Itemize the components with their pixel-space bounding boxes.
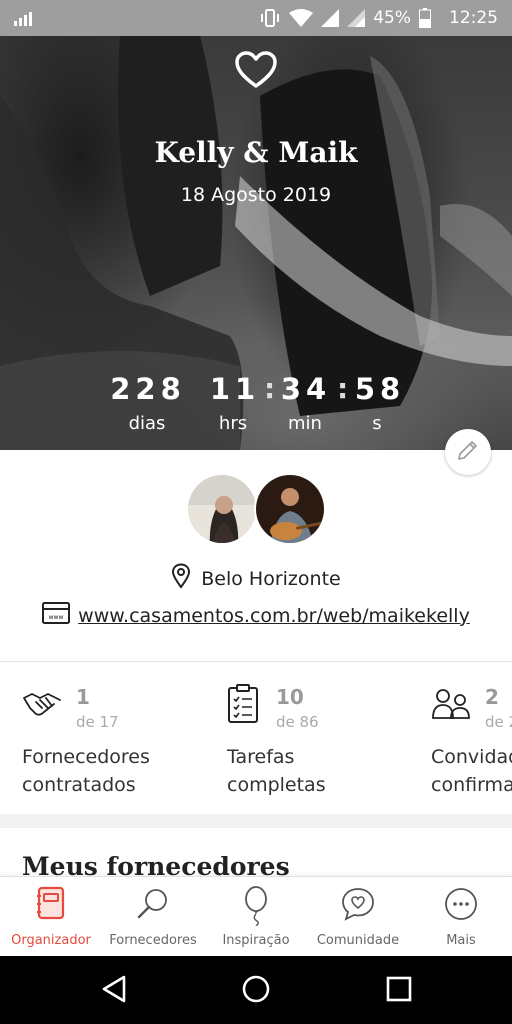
stat-vendors-value: 1 bbox=[76, 685, 90, 709]
countdown-minutes-label: min bbox=[288, 413, 322, 434]
wedding-date: 18 Agosto 2019 bbox=[180, 184, 332, 206]
countdown-hours-label: hrs bbox=[218, 413, 248, 434]
avatar-groom[interactable] bbox=[254, 473, 326, 545]
stat-vendors-label: Fornecedores contratados bbox=[22, 746, 150, 796]
location-text: Belo Horizonte bbox=[201, 567, 341, 590]
section-separator bbox=[0, 814, 512, 828]
chat-heart-icon bbox=[340, 886, 376, 926]
countdown-seconds-label: s bbox=[372, 413, 382, 434]
stat-guests-label: Convidados confirmados bbox=[431, 746, 512, 796]
countdown-days-label: dias bbox=[128, 413, 166, 434]
countdown: 228 dias 11 hrs : 34 min : 58 s bbox=[0, 372, 512, 442]
stat-vendors-total: de 17 bbox=[76, 713, 119, 731]
bottom-nav: Organizador Fornecedores Inspiração Comu… bbox=[0, 876, 512, 956]
battery-icon bbox=[419, 8, 431, 28]
guests-icon bbox=[431, 688, 473, 724]
hero-banner: Kelly & Maik 18 Agosto 2019 228 dias 11 … bbox=[0, 36, 512, 450]
clock: 12:25 bbox=[449, 8, 498, 28]
browser-icon: www bbox=[42, 602, 71, 629]
nav-comunidade[interactable]: Comunidade bbox=[307, 877, 409, 957]
avatar-bride[interactable] bbox=[186, 473, 258, 545]
nav-mais-label: Mais bbox=[446, 933, 476, 948]
wifi-icon bbox=[289, 9, 314, 27]
back-icon[interactable] bbox=[100, 974, 128, 1008]
website-url[interactable]: www.casamentos.com.br/web/maikekelly bbox=[78, 605, 470, 627]
stat-tasks-total: de 86 bbox=[276, 713, 319, 731]
svg-text:www: www bbox=[49, 614, 64, 621]
system-nav-bar bbox=[0, 956, 512, 1024]
home-icon[interactable] bbox=[241, 974, 271, 1008]
handshake-icon bbox=[22, 688, 62, 722]
couple-names: Kelly & Maik bbox=[154, 136, 358, 169]
nav-inspiracao[interactable]: Inspiração bbox=[205, 877, 307, 957]
stat-tasks-value: 10 bbox=[276, 685, 304, 709]
checklist-icon bbox=[227, 684, 259, 728]
search-icon bbox=[135, 886, 171, 926]
planner-icon bbox=[35, 886, 67, 924]
location: Belo Horizonte bbox=[0, 563, 512, 594]
stat-guests-total: de 2 bbox=[485, 713, 512, 731]
recents-icon[interactable] bbox=[385, 974, 413, 1008]
heart-icon bbox=[234, 50, 278, 94]
stat-vendors[interactable]: 1 de 17 Fornecedores contratados bbox=[22, 662, 227, 814]
more-icon bbox=[443, 886, 479, 926]
nav-organizador[interactable]: Organizador bbox=[0, 877, 102, 957]
stats-row: 1 de 17 Fornecedores contratados 10 de 8… bbox=[0, 662, 512, 814]
location-pin-icon bbox=[171, 563, 191, 594]
countdown-hours: 11 bbox=[209, 372, 261, 406]
countdown-minutes: 34 bbox=[280, 372, 332, 406]
status-bar: 45% 12:25 bbox=[0, 0, 512, 36]
countdown-seconds: 58 bbox=[354, 372, 406, 406]
vibrate-icon bbox=[259, 8, 281, 28]
nav-mais[interactable]: Mais bbox=[410, 877, 512, 957]
cell-signal-icon bbox=[321, 9, 340, 27]
nav-fornecedores-label: Fornecedores bbox=[109, 933, 197, 948]
countdown-separator: : bbox=[264, 372, 276, 405]
nav-inspiracao-label: Inspiração bbox=[222, 933, 290, 948]
nav-fornecedores[interactable]: Fornecedores bbox=[102, 877, 204, 957]
countdown-separator: : bbox=[337, 372, 349, 405]
stat-guests-value: 2 bbox=[485, 685, 499, 709]
signal-small-icon bbox=[14, 11, 34, 30]
edit-button[interactable] bbox=[445, 429, 491, 475]
stat-tasks-label: Tarefas completas bbox=[227, 746, 326, 796]
battery-percent: 45% bbox=[373, 8, 411, 28]
nav-organizador-label: Organizador bbox=[11, 933, 91, 948]
website-link[interactable]: www www.casamentos.com.br/web/maikekelly bbox=[0, 602, 512, 629]
balloon-icon bbox=[241, 886, 271, 930]
nav-comunidade-label: Comunidade bbox=[316, 933, 400, 948]
couple-avatars bbox=[186, 473, 328, 545]
pencil-icon bbox=[456, 438, 480, 466]
cell-signal-2-icon bbox=[347, 9, 366, 27]
stat-tasks[interactable]: 10 de 86 Tarefas completas bbox=[227, 662, 432, 814]
stat-guests[interactable]: 2 de 2 Convidados confirmados bbox=[431, 662, 512, 814]
countdown-days: 228 bbox=[110, 372, 186, 406]
